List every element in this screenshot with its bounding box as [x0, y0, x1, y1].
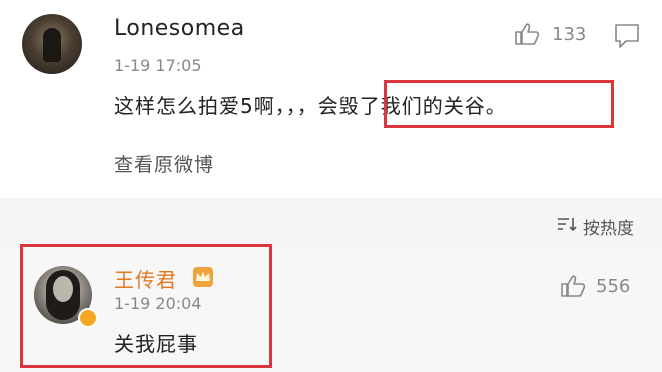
thumbs-up-icon — [514, 22, 540, 46]
like-button[interactable]: 556 — [560, 274, 630, 298]
avatar-silhouette — [43, 28, 61, 62]
sort-label: 按热度 — [583, 219, 634, 239]
sort-toggle[interactable]: 按热度 — [557, 214, 634, 239]
like-count: 133 — [552, 23, 587, 45]
like-count: 556 — [596, 275, 631, 297]
reply-icon[interactable] — [614, 22, 654, 50]
like-button[interactable]: 133 — [514, 22, 586, 46]
avatar-face — [53, 276, 73, 302]
comment-username[interactable]: Lonesomea — [114, 16, 245, 41]
view-original-link[interactable]: 查看原微博 — [114, 150, 214, 177]
avatar[interactable] — [22, 14, 82, 74]
highlight-box — [384, 80, 614, 128]
thumbs-up-icon — [560, 274, 586, 298]
sort-icon — [557, 216, 577, 237]
highlight-box — [20, 244, 272, 368]
comment-timestamp: 1-19 17:05 — [114, 56, 202, 75]
